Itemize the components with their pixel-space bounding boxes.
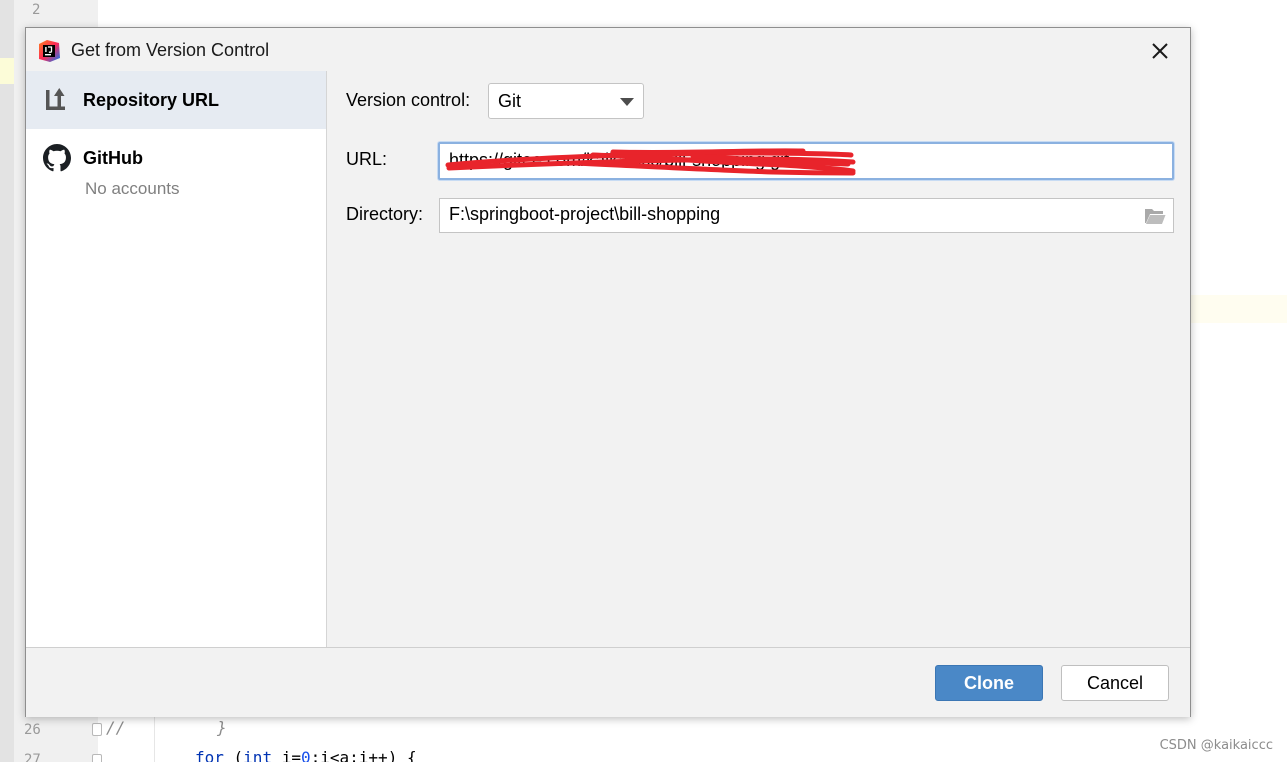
intellij-idea-icon: [39, 40, 60, 62]
cancel-button[interactable]: Cancel: [1061, 665, 1169, 701]
code-keyword: int: [243, 748, 273, 762]
line-number: 27: [24, 752, 41, 762]
code-line-27: for (int i=0;i<a;i++) {: [195, 748, 417, 762]
directory-input-value: F:\springboot-project\bill-shopping: [449, 204, 721, 224]
dialog-footer: Clone Cancel: [26, 647, 1190, 717]
code-comment: //: [106, 718, 126, 737]
editor-line-highlight: [0, 58, 14, 84]
get-from-vcs-dialog: Get from Version Control Repository URL …: [25, 27, 1191, 717]
editor-line-highlight: [1190, 295, 1287, 323]
sidebar-item-github[interactable]: GitHub No accounts: [26, 133, 326, 211]
version-control-select[interactable]: Git: [488, 83, 644, 119]
folder-open-icon[interactable]: [1144, 206, 1166, 226]
fold-marker-icon[interactable]: [92, 754, 102, 762]
editor-edge: [0, 0, 14, 762]
chevron-down-icon: [620, 98, 634, 106]
code-number: 0: [300, 748, 311, 762]
fold-marker-icon[interactable]: [92, 723, 102, 736]
sidebar-item-label: GitHub: [83, 148, 143, 168]
gutter-divider: [154, 715, 155, 762]
code-text: (: [223, 748, 244, 762]
watermark: CSDN @kaikaiccc: [1159, 738, 1273, 753]
redaction-scribble: [445, 148, 856, 176]
line-number: 26: [24, 722, 41, 738]
vcs-upload-icon: [46, 88, 65, 110]
sidebar-item-label: Repository URL: [83, 90, 220, 110]
dialog-title: Get from Version Control: [71, 40, 270, 60]
directory-label: Directory:: [346, 204, 424, 224]
url-input[interactable]: https://gitee.com/kaikaiccc/bill-shoppin…: [438, 142, 1174, 180]
version-control-value: Git: [498, 91, 522, 111]
code-line-26: }: [217, 718, 227, 737]
sidebar-item-repository-url[interactable]: Repository URL: [26, 71, 326, 129]
close-icon[interactable]: [1148, 39, 1172, 63]
clone-button[interactable]: Clone: [935, 665, 1043, 701]
code-keyword: for: [195, 748, 224, 762]
line-number: 2: [32, 2, 41, 18]
code-text: ;i<a;i++) {: [310, 748, 417, 762]
github-accounts-status: No accounts: [85, 179, 180, 198]
dialog-titlebar: Get from Version Control: [26, 28, 1190, 71]
repository-url-panel: Version control: Git URL: https://gitee.…: [327, 71, 1190, 647]
vcs-source-sidebar: Repository URL GitHub No accounts: [26, 71, 327, 647]
version-control-label: Version control:: [346, 90, 471, 110]
code-text: i=: [272, 748, 301, 762]
url-label: URL:: [346, 149, 388, 169]
github-icon: [43, 144, 71, 172]
directory-input[interactable]: F:\springboot-project\bill-shopping: [439, 198, 1174, 233]
